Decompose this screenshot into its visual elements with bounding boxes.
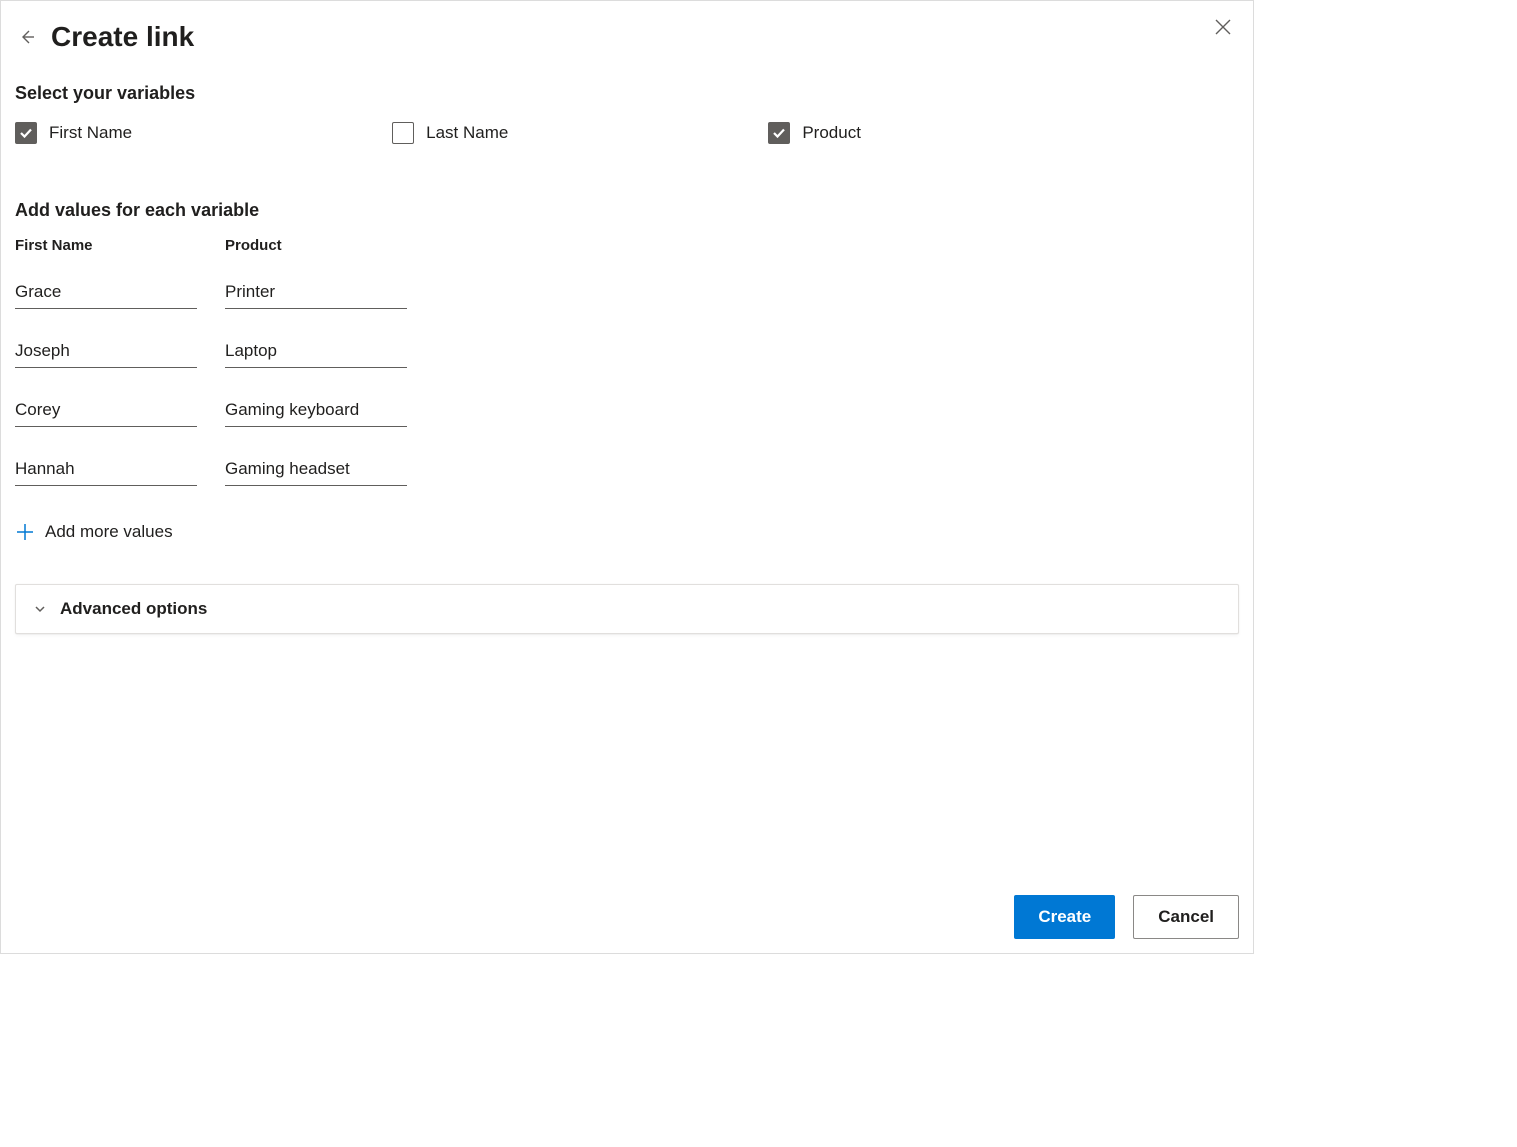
values-grid: First Name Product <box>15 237 1239 486</box>
add-more-values-label: Add more values <box>45 522 173 542</box>
column-header-product: Product <box>225 237 407 254</box>
value-input-first-name[interactable] <box>15 278 197 309</box>
plus-icon <box>15 522 35 542</box>
close-button[interactable] <box>1209 13 1237 41</box>
checkbox-last-name[interactable] <box>392 122 414 144</box>
checkbox-first-name[interactable] <box>15 122 37 144</box>
checkbox-item-product: Product <box>768 122 861 144</box>
checkbox-label: Product <box>802 123 861 143</box>
add-more-values-button[interactable]: Add more values <box>1 486 1253 542</box>
variable-checkbox-row: First Name Last Name Product <box>1 114 1253 154</box>
values-grid-area: First Name Product <box>1 231 1253 486</box>
cancel-button[interactable]: Cancel <box>1133 895 1239 939</box>
value-input-first-name[interactable] <box>15 396 197 427</box>
checkbox-label: Last Name <box>426 123 508 143</box>
value-input-product[interactable] <box>225 337 407 368</box>
chevron-down-icon <box>32 601 48 617</box>
panel-header: Create link <box>1 1 1253 63</box>
value-input-first-name[interactable] <box>15 337 197 368</box>
advanced-options-label: Advanced options <box>60 599 207 619</box>
value-input-product[interactable] <box>225 455 407 486</box>
select-variables-heading: Select your variables <box>1 63 1253 114</box>
value-input-product[interactable] <box>225 278 407 309</box>
value-input-first-name[interactable] <box>15 455 197 486</box>
checkbox-product[interactable] <box>768 122 790 144</box>
value-input-product[interactable] <box>225 396 407 427</box>
checkbox-item-first-name: First Name <box>15 122 132 144</box>
check-icon <box>19 126 33 140</box>
column-header-first-name: First Name <box>15 237 197 254</box>
create-link-panel: Create link Select your variables First … <box>0 0 1254 954</box>
back-button[interactable] <box>15 25 39 49</box>
checkbox-item-last-name: Last Name <box>392 122 508 144</box>
add-values-heading: Add values for each variable <box>1 154 1253 231</box>
panel-footer: Create Cancel <box>1014 895 1239 939</box>
checkbox-label: First Name <box>49 123 132 143</box>
arrow-left-icon <box>17 27 37 47</box>
close-icon <box>1214 18 1232 36</box>
panel-title: Create link <box>51 21 194 53</box>
check-icon <box>772 126 786 140</box>
create-button[interactable]: Create <box>1014 895 1115 939</box>
advanced-options-toggle[interactable]: Advanced options <box>15 584 1239 634</box>
